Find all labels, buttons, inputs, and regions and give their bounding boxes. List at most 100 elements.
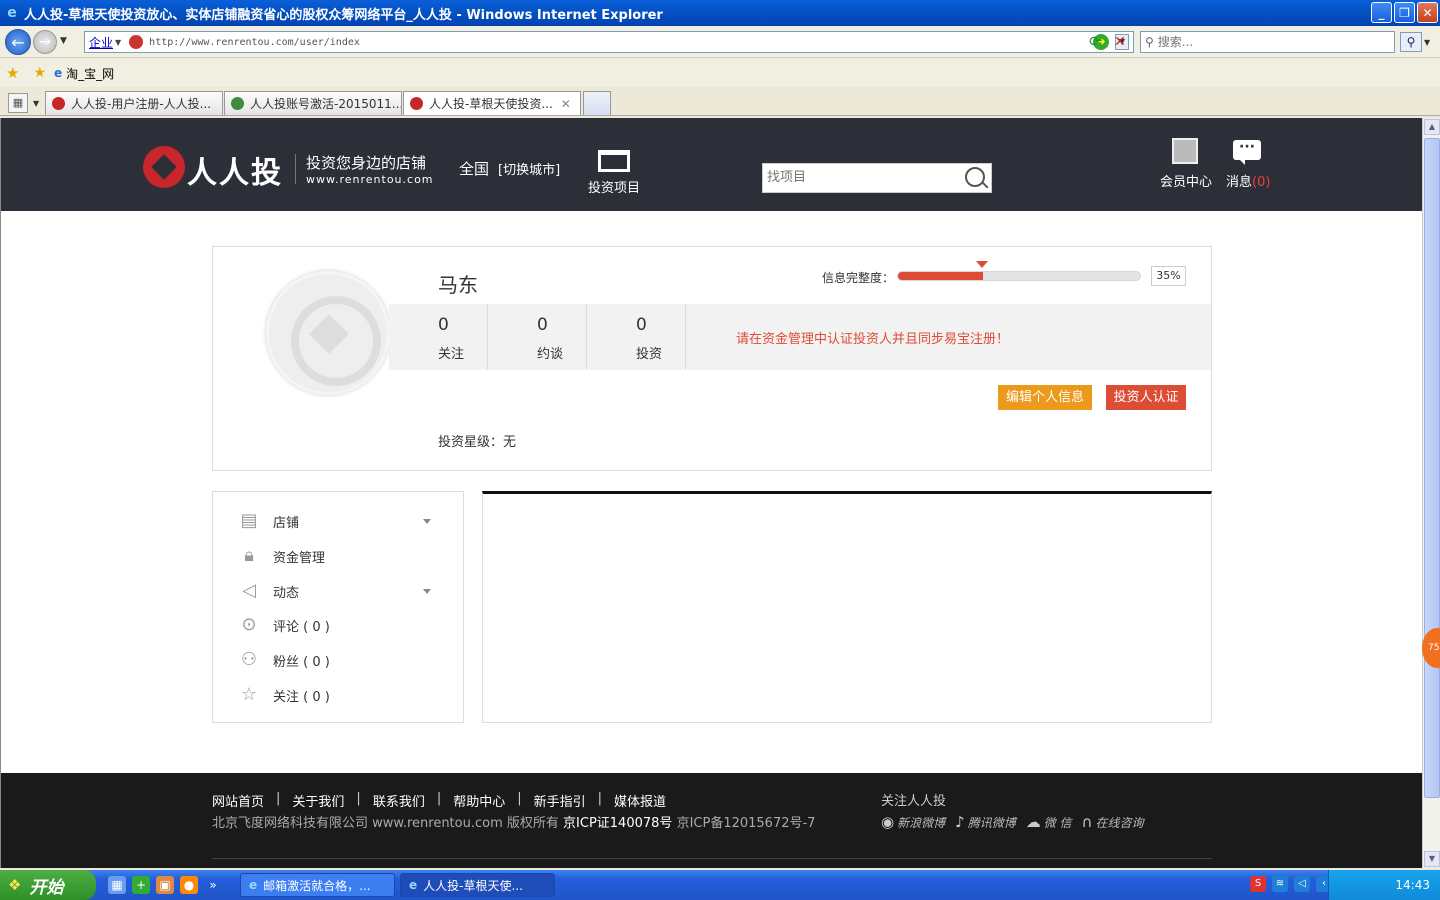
footer-link-contact[interactable]: 联系我们 bbox=[373, 791, 425, 810]
add-favorite-icon[interactable]: ★ bbox=[33, 65, 46, 81]
social-weibo[interactable]: ◉ 新浪微博 bbox=[881, 813, 945, 831]
system-tray: 14:43 bbox=[1328, 870, 1440, 900]
wifi-icon[interactable]: ≋ bbox=[1272, 876, 1288, 892]
menu-item-label: 店铺 bbox=[273, 515, 300, 531]
new-tab-button[interactable] bbox=[583, 91, 611, 115]
volume-icon[interactable]: ◁ bbox=[1294, 876, 1310, 892]
scroll-up-icon[interactable]: ▲ bbox=[1424, 119, 1440, 135]
menu-item-fans[interactable]: ⚇ 粉丝 ( 0 ) bbox=[237, 645, 437, 675]
zone-dropdown-icon[interactable]: ▼ bbox=[115, 38, 121, 47]
icp-license[interactable]: 京ICP证140078号 bbox=[563, 816, 672, 831]
nav-invest-projects[interactable]: 投资项目 bbox=[588, 177, 640, 196]
user-avatar[interactable] bbox=[266, 271, 390, 395]
ie-icon: e bbox=[249, 878, 258, 892]
headset-icon: ∩ bbox=[1081, 813, 1093, 831]
content-panel bbox=[482, 491, 1212, 723]
clock[interactable]: 14:43 bbox=[1395, 878, 1430, 892]
shop-icon[interactable] bbox=[598, 150, 630, 172]
social-label: 新浪微博 bbox=[897, 815, 946, 830]
window-controls: _ ❐ ✕ bbox=[1371, 2, 1438, 23]
tab-favicon-icon bbox=[231, 97, 244, 110]
taskbar-item-renrentou[interactable]: e 人人投-草根天使... bbox=[400, 873, 555, 897]
menu-item-funds[interactable]: 🔒︎ 资金管理 bbox=[237, 541, 437, 571]
quick-launch-green-icon[interactable]: + bbox=[132, 876, 150, 894]
tab-list-dropdown-icon[interactable]: ▼ bbox=[33, 99, 39, 108]
social-label: 微 信 bbox=[1043, 815, 1072, 830]
address-url[interactable]: http://www.renrentou.com/user/index bbox=[149, 37, 360, 48]
social-tencent-weibo[interactable]: ♪ 腾讯微博 bbox=[955, 813, 1016, 831]
scrollbar-thumb[interactable] bbox=[1424, 138, 1440, 798]
stat-follow[interactable]: 0 关注 bbox=[389, 304, 488, 370]
footer-copyright: 北京飞度网络科技有限公司 www.renrentou.com 版权所有 京ICP… bbox=[212, 812, 815, 831]
investor-verify-button[interactable]: 投资人认证 bbox=[1106, 385, 1186, 410]
quick-launch-app-icon[interactable]: ▣ bbox=[156, 876, 174, 894]
quick-launch-browser-icon[interactable]: ● bbox=[180, 876, 198, 894]
member-avatar-icon[interactable] bbox=[1172, 138, 1198, 164]
edit-profile-button[interactable]: 编辑个人信息 bbox=[998, 385, 1092, 410]
forward-button[interactable]: → bbox=[33, 30, 57, 54]
tab-user-index[interactable]: 人人投-草根天使投资... ✕ bbox=[403, 91, 581, 115]
favorites-star-icon[interactable]: ★ bbox=[6, 64, 19, 82]
close-tab-icon[interactable]: ✕ bbox=[561, 97, 571, 111]
stat-meetings[interactable]: 0 约谈 bbox=[488, 304, 587, 370]
social-wechat[interactable]: ☁ 微 信 bbox=[1026, 813, 1072, 831]
completeness-progress-fill bbox=[898, 272, 983, 280]
zone-label[interactable]: 企业 bbox=[89, 34, 113, 51]
quick-launch-more-icon[interactable]: » bbox=[204, 876, 222, 894]
message-bubble-icon[interactable]: ··· bbox=[1233, 140, 1261, 165]
messages-link[interactable]: 消息(0) bbox=[1226, 171, 1270, 190]
refresh-icon[interactable]: ⟳ bbox=[1085, 32, 1105, 52]
search-go-button[interactable]: ⚲ bbox=[1400, 32, 1422, 52]
logo-name[interactable]: 人人投 bbox=[187, 148, 283, 192]
site-favicon-icon bbox=[129, 35, 144, 49]
show-desktop-icon[interactable]: ▦ bbox=[108, 876, 126, 894]
window-titlebar: e 人人投-草根天使投资放心、实体店铺融资省心的股权众筹网络平台_人人投 - W… bbox=[0, 0, 1440, 26]
site-header: 人人投 投资您身边的店铺 www.renrentou.com 全国 [切换城市]… bbox=[1, 118, 1422, 211]
quick-launch: ▦ + ▣ ● » bbox=[108, 876, 222, 894]
footer-link-about[interactable]: 关于我们 bbox=[292, 791, 344, 810]
favorite-link-taobao[interactable]: e 淘_宝_网 bbox=[54, 65, 114, 82]
close-window-button[interactable]: ✕ bbox=[1417, 2, 1438, 23]
tab-favicon-icon bbox=[52, 97, 65, 110]
footer-link-help[interactable]: 帮助中心 bbox=[453, 791, 505, 810]
browser-search-box[interactable]: ⚲ bbox=[1140, 31, 1395, 53]
switch-city-link[interactable]: [切换城市] bbox=[498, 159, 560, 178]
menu-item-shop[interactable]: ▤ 店铺 bbox=[237, 506, 437, 536]
logo-icon[interactable] bbox=[143, 146, 185, 188]
stop-icon[interactable]: ✕ bbox=[1110, 32, 1130, 52]
scroll-down-icon[interactable]: ▼ bbox=[1424, 851, 1440, 867]
icp-record[interactable]: 京ICP备12015672号-7 bbox=[677, 816, 816, 831]
back-button[interactable]: ← bbox=[5, 29, 31, 55]
menu-item-comments[interactable]: ⊙ 评论 ( 0 ) bbox=[237, 610, 437, 640]
footer-link-home[interactable]: 网站首页 bbox=[212, 791, 264, 810]
tab-register[interactable]: 人人投-用户注册-人人投... bbox=[45, 91, 223, 115]
search-icon[interactable] bbox=[965, 167, 985, 187]
star-icon: ☆ bbox=[240, 684, 258, 705]
messages-count: (0) bbox=[1252, 175, 1271, 190]
logo-slogan: 投资您身边的店铺 bbox=[306, 154, 427, 172]
social-online-consult[interactable]: ∩ 在线咨询 bbox=[1082, 813, 1144, 831]
vertical-scrollbar[interactable]: ▲ ▼ bbox=[1422, 118, 1440, 868]
search-options-dropdown-icon[interactable]: ▼ bbox=[1424, 38, 1430, 47]
browser-search-input[interactable] bbox=[1157, 35, 1378, 49]
project-search-box[interactable] bbox=[762, 163, 992, 193]
address-field[interactable]: 企业 ▼ http://www.renrentou.com/user/index… bbox=[84, 31, 1134, 53]
taskbar-item-email[interactable]: e 邮箱激活就合格，... bbox=[240, 873, 395, 897]
start-button[interactable]: ❖ 开始 bbox=[0, 870, 96, 900]
project-search-input[interactable] bbox=[767, 170, 957, 185]
stat-investments[interactable]: 0 投资 bbox=[587, 304, 686, 370]
footer-link-guide[interactable]: 新手指引 bbox=[534, 791, 586, 810]
quick-tabs-icon[interactable]: ▦ bbox=[8, 93, 28, 113]
minimize-button[interactable]: _ bbox=[1371, 2, 1392, 23]
tab-label: 人人投-草根天使投资... bbox=[429, 97, 553, 111]
footer-separator: | bbox=[276, 791, 281, 806]
input-method-icon[interactable]: S bbox=[1250, 876, 1266, 892]
member-center-link[interactable]: 会员中心 bbox=[1160, 171, 1212, 190]
history-dropdown-icon[interactable]: ▼ bbox=[60, 36, 67, 46]
investor-star-level: 投资星级：无 bbox=[438, 435, 517, 450]
tab-activation[interactable]: 人人投账号激活-2015011... bbox=[224, 91, 402, 115]
restore-button[interactable]: ❐ bbox=[1394, 2, 1415, 23]
footer-link-media[interactable]: 媒体报道 bbox=[614, 791, 666, 810]
menu-item-activity[interactable]: ◁ 动态 bbox=[237, 576, 437, 606]
menu-item-following[interactable]: ☆ 关注 ( 0 ) bbox=[237, 680, 437, 710]
